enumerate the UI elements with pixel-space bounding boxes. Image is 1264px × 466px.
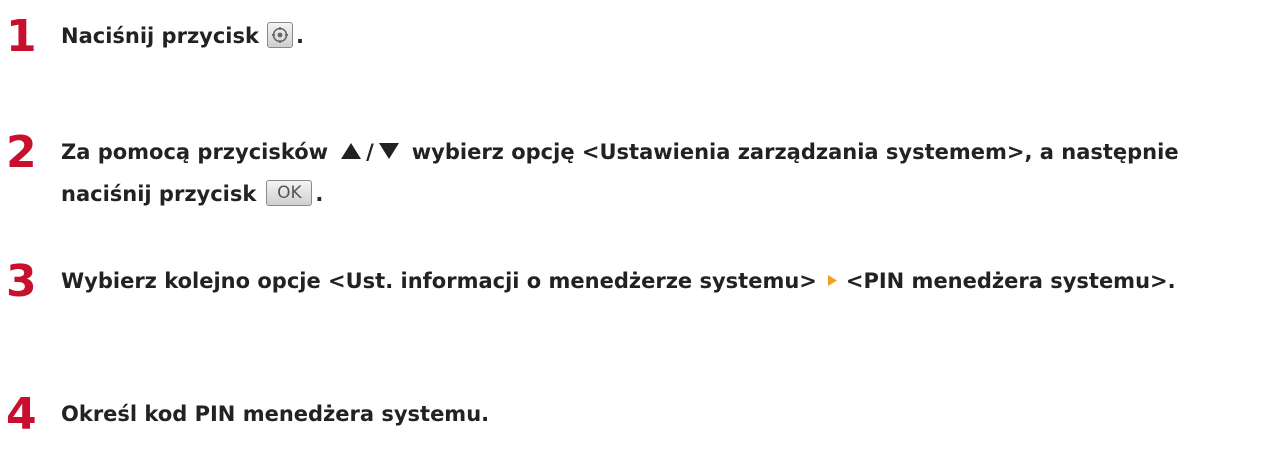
step-text: Wybierz kolejno opcje <Ust. informacji o…	[61, 260, 1231, 302]
settings-key-icon	[266, 22, 293, 48]
step-text-after: .	[295, 24, 304, 48]
right-arrow-icon	[827, 274, 837, 286]
step-text-after: .	[315, 182, 324, 206]
step-text-before: Naciśnij przycisk	[61, 24, 259, 48]
settings-icon	[271, 27, 288, 43]
step-text: Naciśnij przycisk.	[61, 15, 1231, 57]
step-text: Za pomocą przycisków / wybierz opcję <Usta…	[61, 131, 1231, 215]
step-text-before: Za pomocą przycisków	[61, 140, 329, 164]
step-number: 4	[6, 389, 37, 440]
step-text: Określ kod PIN menedżera systemu.	[61, 402, 490, 426]
step-text-before: Wybierz kolejno opcje <Ust. informacji o…	[61, 269, 817, 293]
step-text-after: <PIN menedżera systemu>.	[845, 269, 1176, 293]
step-number: 3	[6, 256, 37, 307]
arrow-separator: /	[366, 140, 374, 164]
up-triangle-icon	[341, 143, 362, 159]
ok-key-icon: OK	[266, 180, 313, 206]
step-number: 2	[6, 127, 37, 178]
down-triangle-icon	[378, 143, 399, 159]
step-number: 1	[6, 11, 37, 62]
